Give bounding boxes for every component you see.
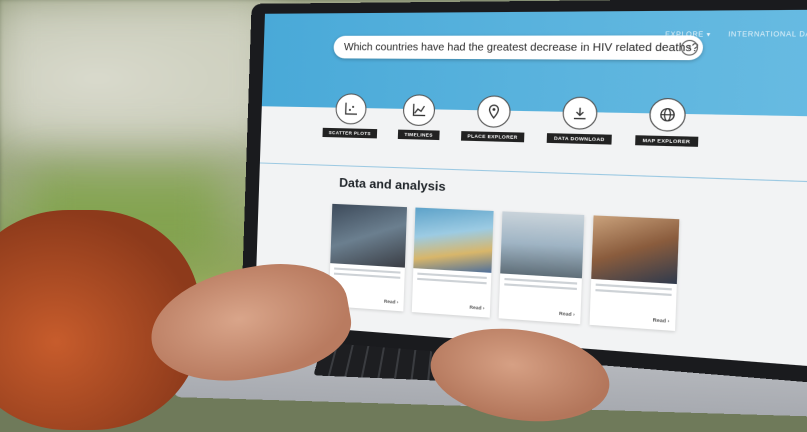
card-text bbox=[504, 277, 578, 294]
scatter-plot-icon bbox=[334, 93, 367, 125]
tool-label: SCATTER PLOTS bbox=[322, 127, 378, 139]
card-list: Read › Read › Read › Read › bbox=[328, 203, 680, 331]
tool-label: MAP EXPLORER bbox=[635, 135, 698, 147]
section-title: Data and analysis bbox=[338, 175, 446, 195]
card-image bbox=[330, 203, 408, 268]
tool-label: PLACE EXPLORER bbox=[460, 131, 525, 143]
window-light bbox=[0, 0, 270, 140]
tool-label: TIMELINES bbox=[397, 129, 440, 141]
card-text bbox=[595, 283, 672, 300]
article-card[interactable]: Read › bbox=[411, 207, 494, 318]
card-read-link[interactable]: Read › bbox=[469, 304, 484, 310]
article-card[interactable]: Read › bbox=[498, 211, 585, 325]
article-card[interactable]: Read › bbox=[589, 215, 680, 331]
nav-international[interactable]: INTERNATIONAL DATA COMPARE ▾ bbox=[728, 30, 807, 39]
card-text bbox=[333, 267, 401, 282]
line-chart-icon bbox=[402, 94, 437, 127]
tool-data-download[interactable]: DATA DOWNLOAD bbox=[546, 96, 613, 145]
search-input[interactable]: Which countries have had the greatest de… bbox=[344, 41, 699, 54]
search-bar[interactable]: Which countries have had the greatest de… bbox=[333, 35, 704, 61]
tool-label: DATA DOWNLOAD bbox=[546, 133, 612, 145]
card-read-link[interactable]: Read › bbox=[653, 317, 670, 324]
globe-icon bbox=[648, 97, 687, 132]
card-image bbox=[413, 207, 494, 273]
card-image bbox=[500, 211, 585, 279]
card-image bbox=[591, 215, 680, 285]
tool-list: SCATTER PLOTS TIMELINES PLACE EXPLORER D… bbox=[322, 93, 699, 147]
card-read-link[interactable]: Read › bbox=[384, 299, 399, 305]
download-icon bbox=[562, 96, 599, 130]
card-text bbox=[417, 272, 487, 288]
tool-map-explorer[interactable]: MAP EXPLORER bbox=[635, 97, 699, 147]
tool-scatter-plots[interactable]: SCATTER PLOTS bbox=[322, 93, 378, 139]
map-pin-icon bbox=[476, 95, 511, 128]
tool-timelines[interactable]: TIMELINES bbox=[397, 94, 441, 141]
card-read-link[interactable]: Read › bbox=[559, 311, 575, 318]
tool-place-explorer[interactable]: PLACE EXPLORER bbox=[460, 95, 526, 143]
